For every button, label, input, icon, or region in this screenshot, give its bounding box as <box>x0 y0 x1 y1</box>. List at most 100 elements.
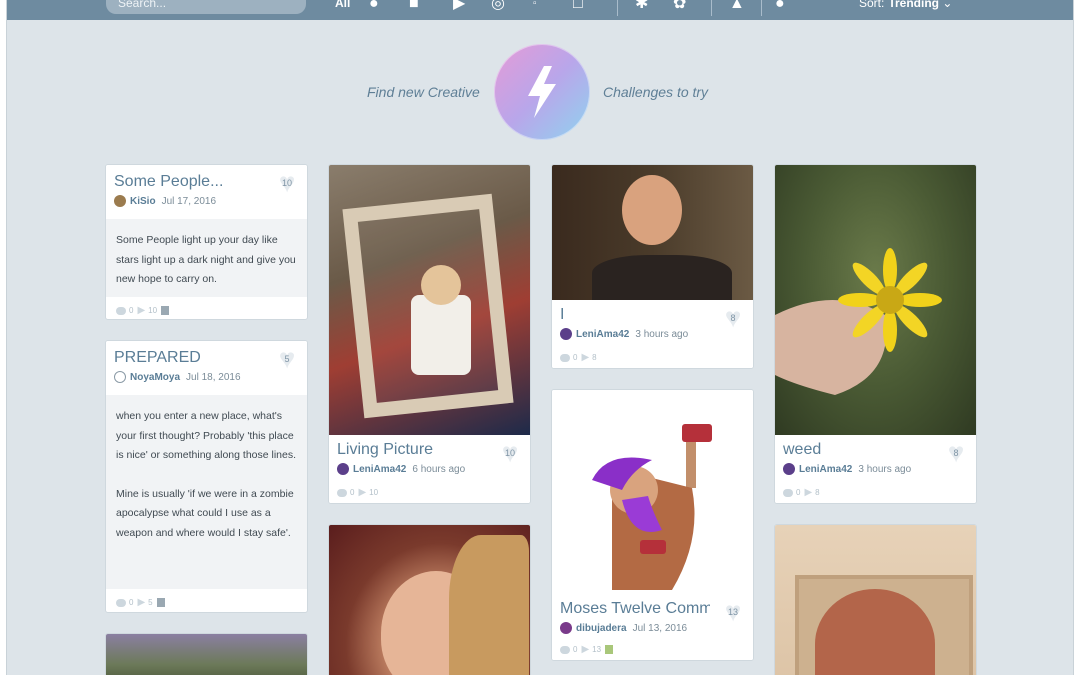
post-card[interactable] <box>774 524 977 675</box>
badge-icon[interactable]: ✿ <box>673 0 686 14</box>
views-icon: ▶ <box>804 487 813 498</box>
comment-icon <box>116 306 126 315</box>
avatar[interactable] <box>783 463 795 475</box>
post-card[interactable]: weed 8 LeniAma42 3 hours ago 0 ▶8 <box>774 164 977 504</box>
card-stats: 0 ▶ 8 <box>783 487 820 498</box>
post-date: 6 hours ago <box>412 463 466 475</box>
card-meta: LeniAma42 6 hours ago <box>337 463 522 475</box>
comment-icon <box>560 353 570 362</box>
card-body-text: when you enter a new place, what's your … <box>106 395 307 589</box>
card-title[interactable]: Moses Twelve Comma <box>560 600 710 618</box>
username-link[interactable]: KiSio <box>130 196 156 207</box>
post-image[interactable] <box>552 390 753 594</box>
challenge-bolt-button[interactable] <box>494 44 590 140</box>
post-image[interactable] <box>775 525 976 675</box>
post-card[interactable] <box>328 524 531 675</box>
card-stats: 0 ▶ 10 <box>337 487 378 498</box>
views-icon: ▶ <box>137 597 146 608</box>
username-link[interactable]: dibujadera <box>576 623 627 634</box>
views-icon: ▶ <box>581 352 590 363</box>
post-image[interactable] <box>329 525 530 675</box>
post-card[interactable]: Living Picture 10 LeniAma42 6 hours ago … <box>328 164 531 504</box>
username-link[interactable]: NoyaMoya <box>130 372 180 383</box>
like-heart-icon[interactable]: 13 <box>721 598 745 626</box>
post-card[interactable]: Some People... 10 KiSio Jul 17, 2016 Som… <box>105 164 308 320</box>
username-link[interactable]: LeniAma42 <box>353 464 406 475</box>
avatar[interactable] <box>337 463 349 475</box>
post-card[interactable] <box>105 633 308 675</box>
lightning-bolt-icon <box>528 66 556 118</box>
text-post-icon <box>161 306 170 315</box>
like-heart-icon[interactable]: 5 <box>275 345 299 373</box>
card-footer: Moses Twelve Comma 13 dibujadera Jul 13,… <box>552 594 753 660</box>
audio-type-icon[interactable]: ◎ <box>491 0 505 14</box>
comment-icon <box>560 645 570 654</box>
card-stats: 0 ▶ 13 <box>560 644 614 655</box>
post-card[interactable]: Moses Twelve Comma 13 dibujadera Jul 13,… <box>551 389 754 661</box>
child-head-shape <box>421 265 461 305</box>
like-heart-icon[interactable]: 10 <box>498 439 522 467</box>
card-header: PREPARED 5 NoyaMoya Jul 18, 2016 <box>106 341 307 393</box>
blank-type-icon[interactable]: □ <box>573 0 583 14</box>
card-title[interactable]: Some People... <box>114 173 299 191</box>
challenge-banner-right-text[interactable]: Challenges to try <box>603 84 708 100</box>
filter-all[interactable]: All <box>335 0 350 10</box>
comment-icon <box>116 598 126 607</box>
avatar[interactable] <box>114 371 126 383</box>
text-post-icon <box>156 598 165 607</box>
like-heart-icon[interactable]: 8 <box>944 439 968 467</box>
card-meta: dibujadera Jul 13, 2016 <box>560 622 745 634</box>
image-type-icon[interactable]: ■ <box>409 0 419 14</box>
top-toolbar: Search... All ● ■ ▶ ◎ ▫ □ ✱ ✿ ▲ ● Sort: T… <box>7 0 1073 20</box>
card-title[interactable]: PREPARED <box>114 349 299 367</box>
person-icon[interactable]: ▲ <box>729 0 745 14</box>
search-input[interactable]: Search... <box>106 0 306 14</box>
drawing-post-icon <box>605 645 614 654</box>
toolbar-divider <box>761 0 762 16</box>
hair-shape <box>449 535 529 675</box>
views-icon: ▶ <box>358 487 367 498</box>
avatar[interactable] <box>560 622 572 634</box>
like-heart-icon[interactable]: 10 <box>275 169 299 197</box>
post-image[interactable] <box>552 165 753 300</box>
like-heart-icon[interactable]: 8 <box>721 304 745 332</box>
views-icon: ▶ <box>137 305 146 316</box>
body-paragraph: when you enter a new place, what's your … <box>116 410 297 461</box>
flower-illustration <box>775 248 942 395</box>
post-image[interactable] <box>329 165 530 435</box>
toolbar-divider <box>711 0 712 16</box>
post-image[interactable] <box>106 634 307 675</box>
card-meta: NoyaMoya Jul 18, 2016 <box>114 371 299 383</box>
card-title[interactable]: I <box>560 306 710 324</box>
child-figure-shape <box>411 295 471 375</box>
shoulders-shape <box>592 255 732 300</box>
card-footer: Living Picture 10 LeniAma42 6 hours ago … <box>329 435 530 503</box>
username-link[interactable]: LeniAma42 <box>576 329 629 340</box>
zip-type-icon[interactable]: ▫ <box>533 0 537 14</box>
challenge-bolt-icon[interactable]: ✱ <box>635 0 648 14</box>
challenge-banner-left-text[interactable]: Find new Creative <box>367 84 480 100</box>
views-icon: ▶ <box>581 644 590 655</box>
body-paragraph: Mine is usually 'if we were in a zombie … <box>116 487 294 539</box>
comment-icon <box>337 488 347 497</box>
post-card[interactable]: I 8 LeniAma42 3 hours ago 0 ▶8 <box>551 164 754 369</box>
text-type-icon[interactable]: ● <box>369 0 379 14</box>
avatar[interactable] <box>560 328 572 340</box>
post-card[interactable]: PREPARED 5 NoyaMoya Jul 18, 2016 when yo… <box>105 340 308 613</box>
card-footer: I 8 LeniAma42 3 hours ago 0 ▶8 <box>552 300 753 368</box>
card-title[interactable]: weed <box>783 441 933 459</box>
card-header: Some People... 10 KiSio Jul 17, 2016 <box>106 165 307 217</box>
card-stats: 0 ▶ 10 <box>116 305 170 316</box>
sort-dropdown[interactable]: Sort: Trending ⌄ <box>859 0 952 10</box>
avatar[interactable] <box>114 195 126 207</box>
face-shape <box>622 175 682 245</box>
post-image[interactable] <box>775 165 976 435</box>
cartoon-illustration <box>592 424 712 590</box>
card-meta: LeniAma42 3 hours ago <box>560 328 745 340</box>
card-title[interactable]: Living Picture <box>337 441 487 459</box>
video-type-icon[interactable]: ▶ <box>453 0 465 14</box>
card-meta: KiSio Jul 17, 2016 <box>114 195 299 207</box>
card-stats: 0 ▶ 8 <box>560 352 597 363</box>
username-link[interactable]: LeniAma42 <box>799 464 852 475</box>
speech-bubble-icon[interactable]: ● <box>775 0 785 14</box>
